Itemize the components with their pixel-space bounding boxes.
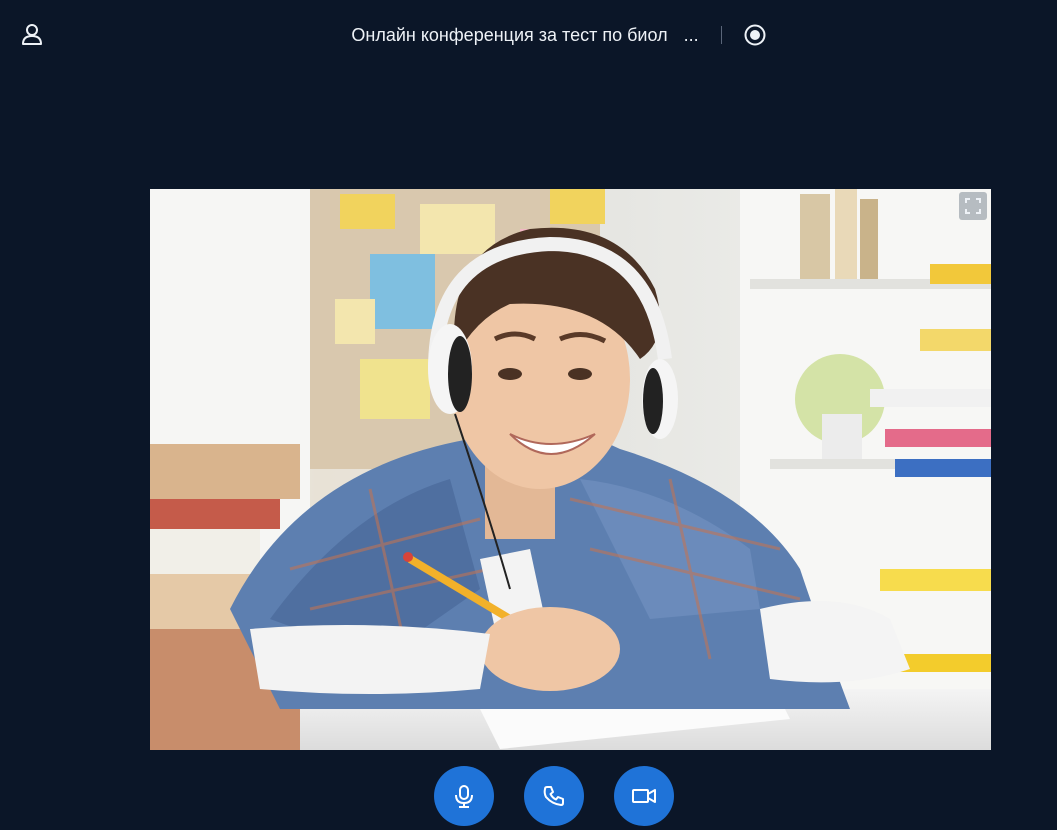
microphone-button[interactable]	[433, 766, 494, 826]
record-button[interactable]	[744, 24, 766, 46]
expand-icon	[965, 198, 981, 214]
video-camera-icon	[631, 789, 656, 803]
title-area: Онлайн конференция за тест по биол ...	[0, 20, 1057, 50]
camera-button[interactable]	[613, 766, 674, 826]
divider	[720, 26, 722, 44]
top-bar: Онлайн конференция за тест по биол ...	[0, 0, 1057, 70]
video-feed-image	[150, 189, 991, 750]
record-icon	[744, 24, 766, 46]
call-button[interactable]	[523, 766, 584, 826]
conference-title: Онлайн конференция за тест по биол	[351, 24, 668, 45]
participant-video[interactable]	[150, 189, 991, 750]
microphone-icon	[454, 785, 473, 808]
call-controls	[0, 766, 1057, 826]
fullscreen-button[interactable]	[959, 192, 987, 220]
phone-icon	[543, 786, 564, 806]
more-button[interactable]: ...	[684, 25, 699, 46]
conference-app: Онлайн конференция за тест по биол ...	[0, 0, 1057, 830]
